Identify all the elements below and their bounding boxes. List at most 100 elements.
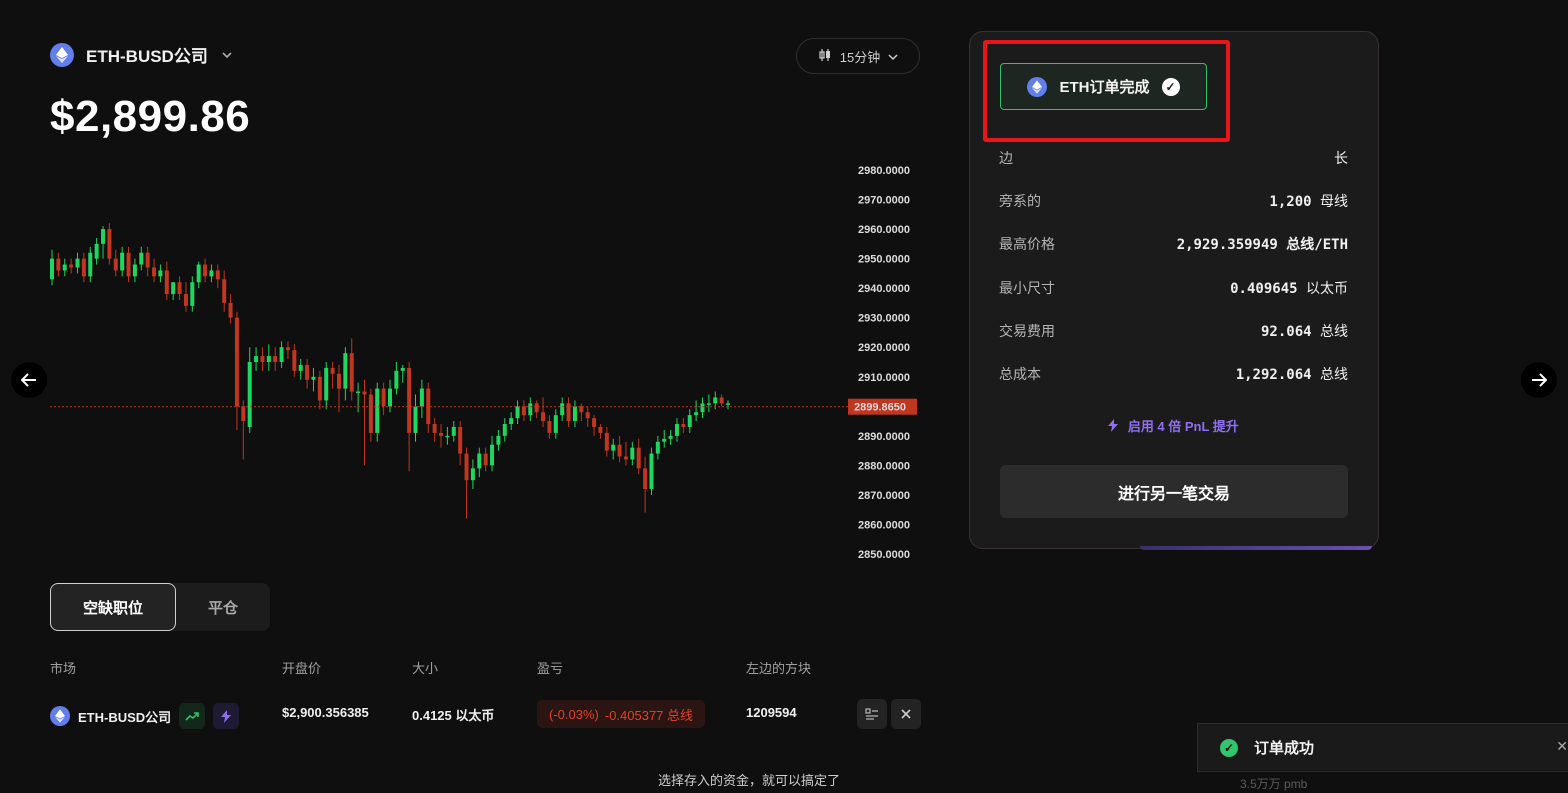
candle-down: [305, 364, 310, 380]
candle-up: [196, 264, 201, 283]
candle-down: [164, 270, 169, 295]
new-trade-button[interactable]: 进行另一笔交易: [1000, 465, 1348, 518]
candle-up: [120, 252, 125, 271]
candle-up: [470, 468, 475, 481]
candle-down: [547, 421, 552, 433]
candle-down: [381, 388, 386, 407]
tab-positions[interactable]: 空缺职位: [50, 583, 176, 631]
eth-icon: [50, 42, 74, 67]
candle-down: [177, 282, 182, 295]
y-tick-label: 2980.0000: [858, 165, 910, 177]
candle-up: [75, 258, 80, 268]
close-position-button[interactable]: [891, 699, 921, 729]
candle-down: [407, 367, 412, 433]
candle-down: [349, 353, 354, 392]
candle-up: [158, 270, 163, 277]
value-total-cost: 1,292.064 总线: [1235, 366, 1348, 383]
candle-down: [458, 426, 463, 454]
candle-up: [611, 444, 616, 451]
candle-up: [649, 453, 654, 490]
candle-down: [107, 229, 112, 259]
header-blocks-left: 左边的方块: [746, 661, 812, 676]
y-tick-label: 2850.0000: [858, 549, 910, 561]
table-row: ETH-BUSD公司: [50, 703, 240, 729]
candle-up: [726, 403, 730, 405]
candle-up: [496, 435, 501, 445]
y-tick-label: 2960.0000: [858, 224, 910, 236]
trend-up-icon: [179, 703, 206, 729]
price-chart[interactable]: 2980.0000 2970.0000 2960.0000 2950.0000 2940…: [0, 150, 930, 570]
value-side: 长: [1334, 150, 1348, 166]
candle-up: [528, 403, 533, 416]
y-tick-label: 2930.0000: [858, 313, 910, 325]
interval-label: 15分钟: [839, 49, 881, 65]
eth-icon: [50, 706, 70, 726]
candle-up: [388, 388, 392, 407]
panel-glow: [1140, 546, 1372, 550]
details-button[interactable]: [857, 699, 887, 729]
chevron-down-icon: [888, 49, 898, 64]
next-arrow-button[interactable]: [1521, 362, 1557, 398]
interval-selector[interactable]: 15分钟: [796, 38, 920, 74]
candle-up: [254, 356, 259, 362]
pnl-boost-text: 启用 4 倍 PnL 提升: [1127, 419, 1239, 434]
success-toast: ✓ 订单成功 ✕: [1197, 723, 1568, 772]
footer-note: 选择存入的资金，就可以搞定了: [658, 773, 841, 788]
candle-down: [113, 258, 118, 271]
candle-up: [700, 403, 705, 413]
value-min-size: 0.409645 以太币: [1230, 280, 1348, 297]
candle-down: [617, 444, 622, 457]
candle-up: [662, 438, 667, 442]
close-icon: [901, 709, 911, 719]
label-total-cost: 总成本: [999, 366, 1041, 382]
candle-up: [655, 441, 660, 454]
prev-arrow-button[interactable]: [11, 362, 47, 398]
candle-up: [132, 264, 137, 277]
y-tick-label: 2940.0000: [858, 283, 910, 295]
candle-down: [464, 453, 469, 481]
y-tick-label: 2890.0000: [858, 431, 910, 443]
candle-up: [266, 356, 271, 362]
tab-close-position[interactable]: 平仓: [176, 583, 270, 631]
label-max-price: 最高价格: [999, 236, 1055, 252]
pair-selector[interactable]: ETH-BUSD公司: [50, 42, 232, 67]
candle-down: [534, 403, 539, 413]
pnl-value: -0.405377 总线: [604, 707, 694, 723]
candle-down: [585, 412, 590, 419]
candle-down: [541, 412, 546, 422]
candle-down: [234, 317, 239, 407]
y-tick-label: 2870.0000: [858, 490, 910, 502]
candle-up: [687, 415, 692, 427]
candle-down: [604, 432, 609, 451]
candle-down: [432, 424, 437, 433]
candle-up: [674, 424, 679, 436]
candle-down: [636, 447, 641, 469]
candle-up: [630, 447, 635, 460]
arrow-left-icon: [21, 373, 36, 387]
candle-down: [81, 258, 86, 277]
pnl-boost-link[interactable]: 启用 4 倍 PnL 提升: [999, 416, 1348, 435]
candle-down: [222, 279, 227, 303]
highlight-box: [983, 40, 1230, 142]
label-collateral: 旁系的: [999, 193, 1041, 209]
candle-down: [69, 264, 74, 268]
y-tick-label: 2950.0000: [858, 254, 910, 266]
toast-text: 订单成功: [1254, 740, 1315, 757]
candle-up: [171, 282, 176, 295]
candle-up: [311, 376, 316, 380]
candle-up: [400, 367, 405, 371]
candle-up: [190, 282, 195, 306]
y-tick-label: 2970.0000: [858, 195, 910, 207]
candle-up: [101, 229, 106, 244]
candle-down: [336, 373, 341, 389]
close-icon[interactable]: ✕: [1556, 738, 1568, 755]
candle-down: [215, 270, 220, 280]
candle-up: [572, 406, 577, 422]
candle-up: [419, 388, 424, 407]
candle-up: [247, 362, 252, 427]
candle-up: [451, 426, 456, 436]
candle-up: [668, 435, 673, 439]
candle-down: [566, 403, 571, 422]
positions-tabs: 空缺职位 平仓: [50, 583, 270, 631]
candle-down: [368, 394, 373, 433]
